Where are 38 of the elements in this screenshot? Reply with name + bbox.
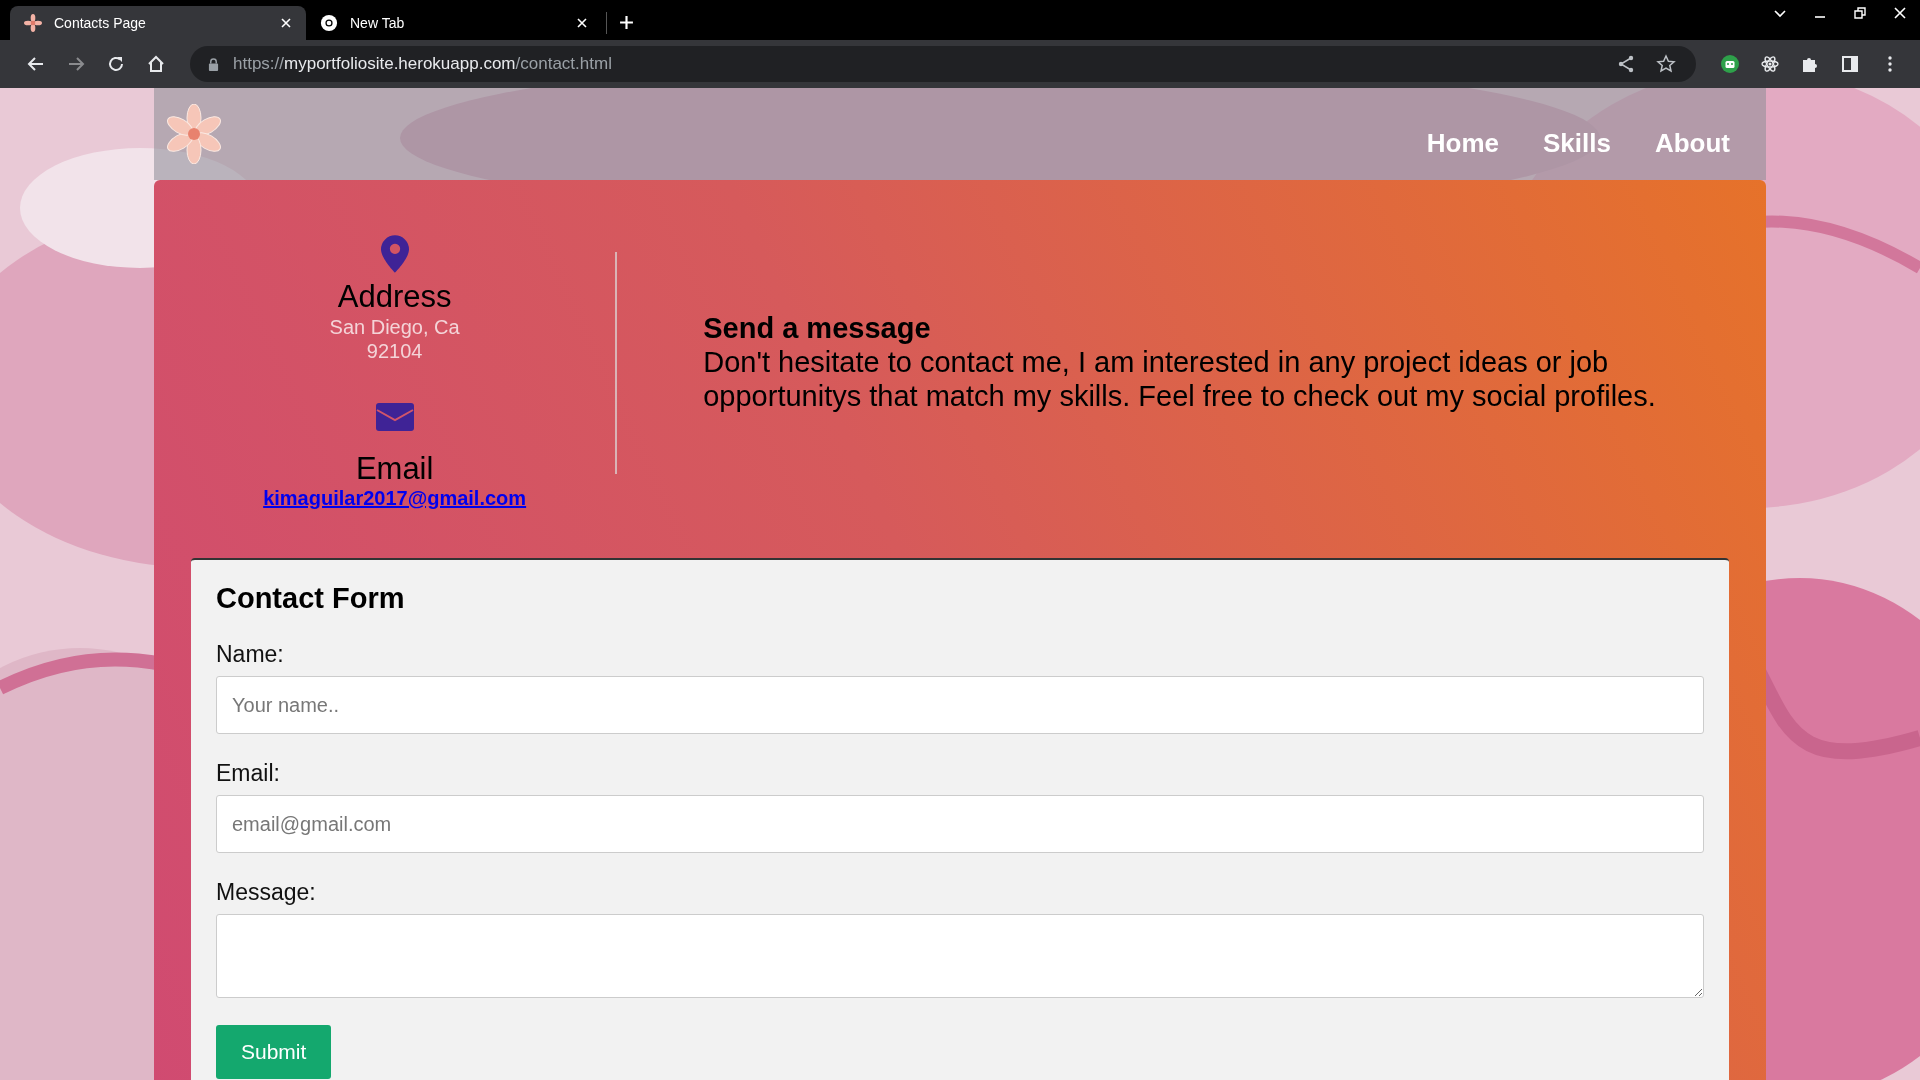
location-pin-icon [380, 235, 409, 273]
address-line: San Diego, Ca [329, 315, 460, 339]
field-label: Message: [216, 879, 317, 906]
envelope-icon [375, 403, 414, 431]
email-link[interactable]: kimaguilar2017@gmail.com [263, 487, 527, 510]
url-text: https://myportfoliosite.herokuapp.com/contact.html [233, 54, 612, 74]
field-label: Name: [216, 641, 285, 668]
form-title: Contact Form [216, 582, 406, 615]
home-icon[interactable] [146, 54, 166, 74]
robot-icon[interactable] [1720, 54, 1740, 74]
star-icon[interactable] [1656, 54, 1676, 74]
nav-link[interactable]: Home [1426, 127, 1499, 159]
address-line: 92104 [366, 339, 423, 363]
submit-button[interactable]: Submit [216, 1025, 332, 1079]
message-field[interactable] [216, 914, 1704, 998]
lock-icon [208, 57, 219, 71]
browser-tab[interactable]: New Tab [306, 6, 602, 40]
input-field[interactable]: Your name.. [216, 676, 1704, 734]
close-icon[interactable] [1893, 6, 1907, 20]
share-icon[interactable] [1616, 54, 1636, 74]
input-field[interactable]: email@gmail.com [216, 795, 1704, 853]
atom-icon[interactable] [1760, 54, 1780, 74]
info-heading: Email [355, 451, 434, 487]
close-icon[interactable] [280, 17, 292, 29]
nav-link[interactable]: About [1654, 127, 1730, 159]
close-icon[interactable] [576, 17, 588, 29]
nav-link[interactable]: Skills [1542, 127, 1611, 159]
flower-icon [24, 14, 42, 32]
message-title: Send a message [703, 312, 932, 345]
new-tab-icon[interactable] [619, 15, 634, 30]
field-label: Email: [216, 760, 281, 787]
message-text: Don't hesitate to contact me, I am interested in any project ideas or job opportunitys that match my skills. Feel free to check out my social profiles. [703, 345, 1657, 413]
browser-tab[interactable]: Contacts Page [10, 6, 306, 40]
address-bar[interactable]: https://myportfoliosite.herokuapp.com/contact.html [190, 46, 1696, 82]
reload-icon[interactable] [106, 54, 126, 74]
restore-icon[interactable] [1853, 6, 1867, 20]
info-heading: Address [337, 279, 452, 315]
side-panel-icon[interactable] [1840, 54, 1860, 74]
